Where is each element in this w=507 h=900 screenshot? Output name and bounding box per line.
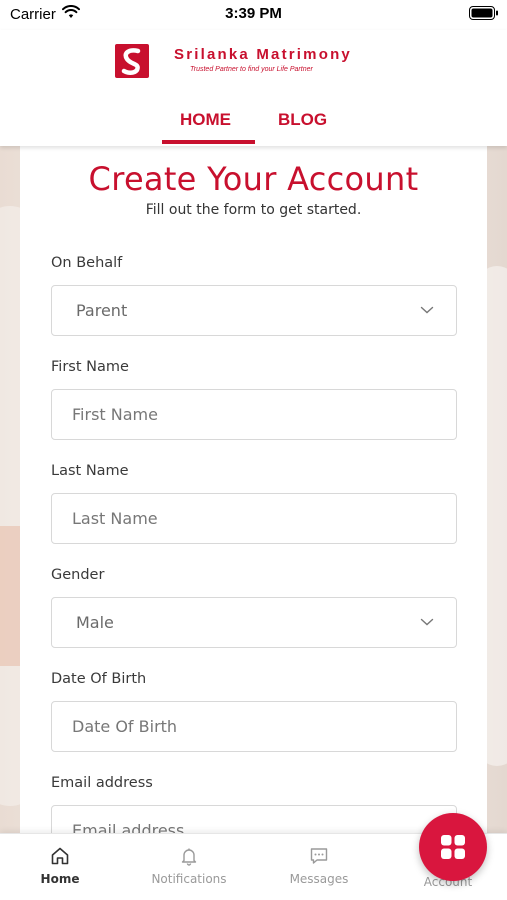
dob-placeholder: Date Of Birth: [72, 717, 178, 736]
first-name-placeholder: First Name: [72, 405, 158, 424]
first-name-label: First Name: [51, 359, 129, 375]
last-name-placeholder: Last Name: [72, 509, 158, 528]
battery-icon: [469, 6, 498, 20]
grid-icon: [441, 835, 465, 859]
bottom-tab-home[interactable]: Home: [0, 834, 120, 900]
message-icon: [310, 848, 328, 864]
gender-label: Gender: [51, 567, 105, 583]
form-title: Create Your Account: [88, 160, 419, 198]
dob-field[interactable]: Date Of Birth: [51, 701, 457, 752]
status-bar: Carrier 3:39 PM: [0, 0, 507, 30]
bottom-tab-notifications-label: Notifications: [151, 872, 227, 886]
bottom-tab-messages[interactable]: Messages: [259, 834, 379, 900]
status-time: 3:39 PM: [225, 5, 282, 22]
chevron-down-icon: [420, 618, 434, 626]
gender-value: Male: [76, 613, 114, 632]
registration-form: Create Your Account Fill out the form to…: [20, 146, 487, 856]
on-behalf-label: On Behalf: [51, 255, 123, 271]
bottom-tab-home-label: Home: [40, 872, 80, 886]
home-icon: [51, 847, 69, 865]
bottom-tab-notifications[interactable]: Notifications: [129, 834, 249, 900]
form-subtitle: Fill out the form to get started.: [145, 202, 362, 218]
chevron-down-icon: [420, 306, 434, 314]
tab-blog[interactable]: BLOG: [278, 110, 327, 130]
dob-label: Date Of Birth: [51, 671, 147, 687]
menu-fab-button[interactable]: [419, 813, 487, 881]
email-label: Email address: [51, 775, 153, 791]
on-behalf-value: Parent: [76, 301, 128, 320]
on-behalf-select[interactable]: Parent: [51, 285, 457, 336]
logo-tagline: Trusted Partner to find your Life Partne…: [190, 66, 313, 73]
last-name-field[interactable]: Last Name: [51, 493, 457, 544]
bottom-tab-messages-label: Messages: [289, 872, 349, 886]
active-tab-indicator: [162, 140, 255, 144]
tab-home[interactable]: HOME: [180, 110, 231, 130]
app-header: Srilanka Matrimony Trusted Partner to fi…: [0, 30, 507, 146]
logo-title: Srilanka Matrimony: [174, 46, 352, 63]
last-name-label: Last Name: [51, 463, 129, 479]
logo-icon[interactable]: [115, 44, 149, 78]
gender-select[interactable]: Male: [51, 597, 457, 648]
first-name-field[interactable]: First Name: [51, 389, 457, 440]
bell-icon: [181, 848, 197, 866]
